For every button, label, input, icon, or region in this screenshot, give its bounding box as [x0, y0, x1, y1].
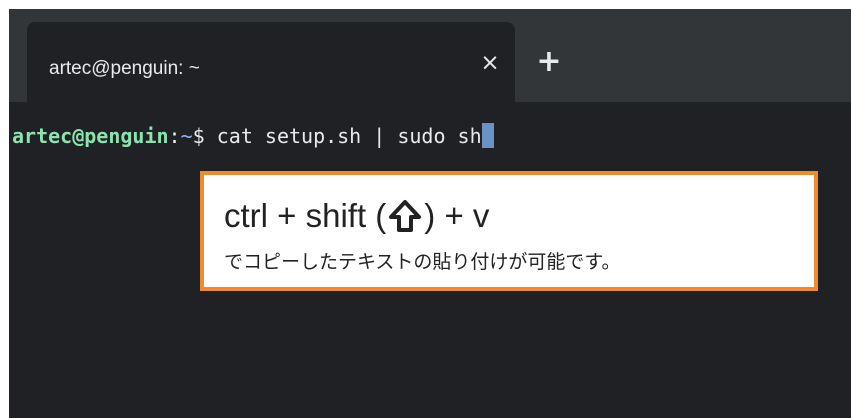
tab-terminal[interactable]: artec@penguin: ~ ×: [27, 22, 515, 102]
shortcut-heading: ctrl + shift ( ) + v: [224, 197, 489, 235]
shift-arrow-icon: [389, 200, 422, 232]
text-cursor: [481, 123, 494, 148]
prompt-colon: :: [168, 124, 181, 148]
shortcut-suffix: ) + v: [424, 197, 490, 234]
tab-title: artec@penguin: ~: [49, 58, 200, 79]
shortcut-description: でコピーしたテキストの貼り付けが可能です。: [224, 251, 621, 273]
shortcut-prefix: ctrl + shift (: [224, 197, 387, 234]
tab-strip: artec@penguin: ~ × +: [9, 9, 851, 102]
close-icon[interactable]: ×: [475, 48, 505, 78]
prompt-line: artec@penguin:~$ cat setup.sh | sudo sh: [12, 122, 494, 150]
new-tab-plus-icon[interactable]: +: [532, 45, 566, 79]
prompt-path: ~: [180, 124, 193, 148]
prompt-dollar: $: [192, 124, 217, 148]
terminal-window: artec@penguin: ~ × + artec@penguin:~$ ca…: [9, 9, 851, 418]
terminal-area[interactable]: artec@penguin:~$ cat setup.sh | sudo sh …: [9, 102, 851, 418]
command-text: cat setup.sh | sudo sh: [216, 124, 482, 148]
prompt-user-host: artec@penguin: [12, 124, 169, 148]
shortcut-callout: ctrl + shift ( ) + v でコピーしたテキストの貼り付けが可能で…: [200, 171, 818, 291]
